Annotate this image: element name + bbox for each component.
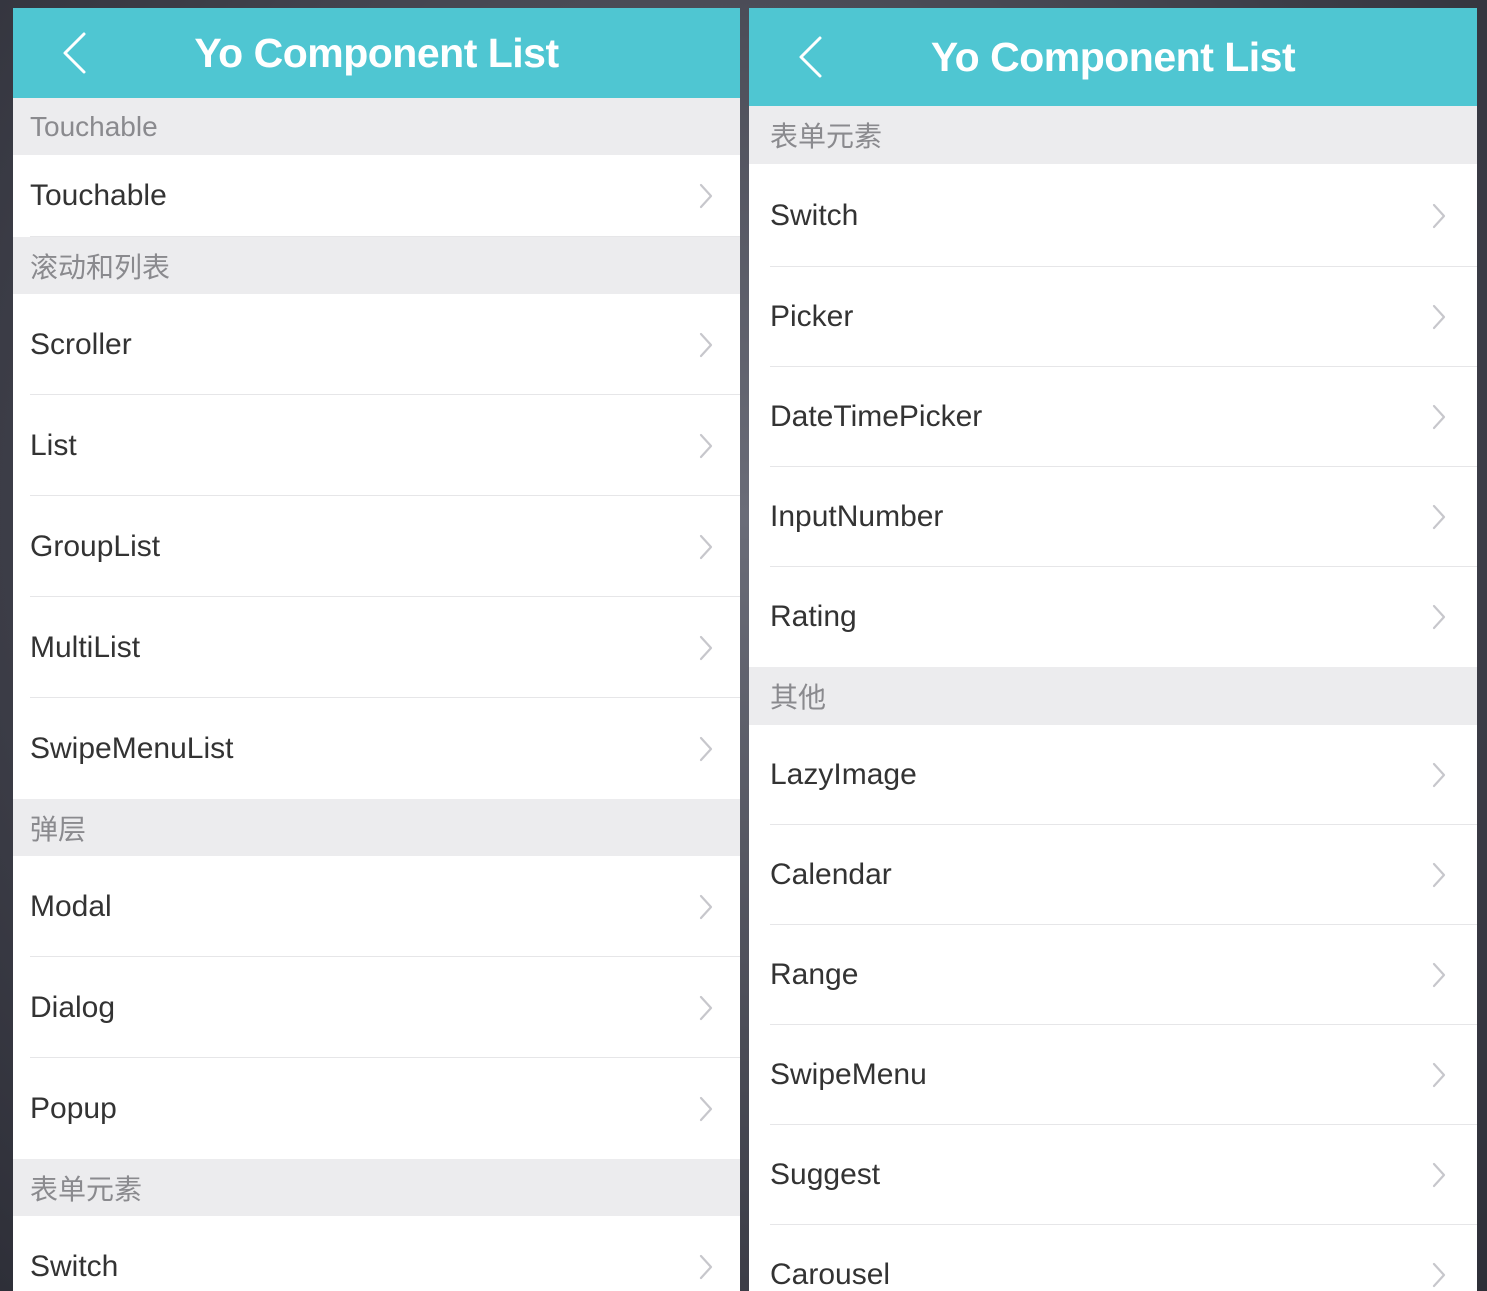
list-item-label: DateTimePicker bbox=[770, 400, 983, 433]
component-list: Touchable Touchable 滚动和列表 Scroller List Group… bbox=[13, 98, 740, 1291]
list-item-label: Dialog bbox=[30, 990, 116, 1024]
list-item-switch[interactable]: Switch bbox=[13, 1216, 740, 1291]
chevron-right-icon bbox=[1429, 1260, 1449, 1290]
back-button[interactable] bbox=[787, 34, 833, 80]
chevron-right-icon bbox=[1429, 402, 1449, 432]
list-item-dialog[interactable]: Dialog bbox=[13, 957, 740, 1058]
chevron-right-icon bbox=[1429, 960, 1449, 990]
chevron-right-icon bbox=[1429, 1060, 1449, 1090]
list-item-grouplist[interactable]: GroupList bbox=[13, 496, 740, 597]
list-item-list[interactable]: List bbox=[13, 395, 740, 496]
chevron-right-icon bbox=[696, 734, 716, 764]
list-item-label: Scroller bbox=[30, 327, 132, 361]
list-item-label: InputNumber bbox=[770, 500, 944, 533]
list-item-label: Modal bbox=[30, 889, 112, 923]
list-item-popup[interactable]: Popup bbox=[13, 1058, 740, 1159]
list-item-label: Calendar bbox=[770, 858, 892, 891]
list-item-rating[interactable]: Rating bbox=[749, 567, 1477, 667]
list-item-label: Carousel bbox=[770, 1258, 891, 1291]
chevron-right-icon bbox=[1429, 502, 1449, 532]
list-item-picker[interactable]: Picker bbox=[749, 267, 1477, 367]
list-item-scroller[interactable]: Scroller bbox=[13, 294, 740, 395]
list-item-carousel[interactable]: Carousel bbox=[749, 1225, 1477, 1291]
chevron-left-icon bbox=[63, 32, 86, 74]
section-header: 其他 bbox=[749, 667, 1477, 725]
chevron-right-icon bbox=[1429, 1160, 1449, 1190]
phone-screen-right: Yo Component List 表单元素 Switch Picker DateTi… bbox=[749, 8, 1477, 1291]
list-item-label: Touchable bbox=[30, 179, 167, 212]
list-item-inputnumber[interactable]: InputNumber bbox=[749, 467, 1477, 567]
chevron-right-icon bbox=[696, 993, 716, 1023]
navigation-bar: Yo Component List bbox=[13, 8, 740, 98]
list-item-datetimepicker[interactable]: DateTimePicker bbox=[749, 367, 1477, 467]
list-item-label: Suggest bbox=[770, 1158, 881, 1191]
chevron-right-icon bbox=[696, 330, 716, 360]
list-item-multilist[interactable]: MultiList bbox=[13, 597, 740, 698]
chevron-right-icon bbox=[696, 532, 716, 562]
chevron-right-icon bbox=[1429, 760, 1449, 790]
phone-screen-left: Yo Component List Touchable Touchable 滚动和列… bbox=[13, 8, 740, 1291]
list-item-swipemenulist[interactable]: SwipeMenuList bbox=[13, 698, 740, 799]
list-item-swipemenu[interactable]: SwipeMenu bbox=[749, 1025, 1477, 1125]
chevron-left-icon bbox=[799, 36, 822, 78]
list-item-label: GroupList bbox=[30, 529, 161, 563]
list-item-lazyimage[interactable]: LazyImage bbox=[749, 725, 1477, 825]
list-item-label: List bbox=[30, 428, 77, 462]
chevron-right-icon bbox=[696, 1094, 716, 1124]
list-item-switch[interactable]: Switch bbox=[749, 164, 1477, 267]
list-item-label: SwipeMenuList bbox=[30, 731, 234, 765]
section-header: Touchable bbox=[13, 98, 740, 155]
list-item-label: Popup bbox=[30, 1091, 117, 1125]
chevron-right-icon bbox=[696, 892, 716, 922]
chevron-right-icon bbox=[1429, 302, 1449, 332]
chevron-right-icon bbox=[696, 431, 716, 461]
list-item-label: LazyImage bbox=[770, 758, 917, 791]
section-header: 滚动和列表 bbox=[13, 237, 740, 294]
chevron-right-icon bbox=[696, 1252, 716, 1282]
page-title: Yo Component List bbox=[930, 33, 1296, 80]
section-header: 表单元素 bbox=[13, 1159, 740, 1216]
navigation-bar: Yo Component List bbox=[749, 8, 1477, 106]
list-item-range[interactable]: Range bbox=[749, 925, 1477, 1025]
chevron-right-icon bbox=[696, 633, 716, 663]
list-item-label: Range bbox=[770, 958, 859, 991]
list-item-touchable[interactable]: Touchable bbox=[13, 155, 740, 237]
list-item-label: MultiList bbox=[30, 630, 141, 664]
section-header: 表单元素 bbox=[749, 106, 1477, 164]
list-item-suggest[interactable]: Suggest bbox=[749, 1125, 1477, 1225]
section-header: 弹层 bbox=[13, 799, 740, 856]
list-item-label: SwipeMenu bbox=[770, 1058, 927, 1091]
list-item-label: Switch bbox=[770, 198, 859, 232]
chevron-right-icon bbox=[1429, 602, 1449, 632]
list-item-modal[interactable]: Modal bbox=[13, 856, 740, 957]
chevron-right-icon bbox=[1429, 201, 1449, 231]
list-item-label: Switch bbox=[30, 1249, 119, 1283]
chevron-right-icon bbox=[1429, 860, 1449, 890]
back-button[interactable] bbox=[51, 30, 97, 76]
chevron-right-icon bbox=[696, 181, 716, 211]
list-item-calendar[interactable]: Calendar bbox=[749, 825, 1477, 925]
component-list: 表单元素 Switch Picker DateTimePicker InputNumbe… bbox=[749, 106, 1477, 1291]
page-title: Yo Component List bbox=[194, 29, 559, 76]
list-item-label: Rating bbox=[770, 600, 857, 633]
list-item-label: Picker bbox=[770, 300, 854, 333]
